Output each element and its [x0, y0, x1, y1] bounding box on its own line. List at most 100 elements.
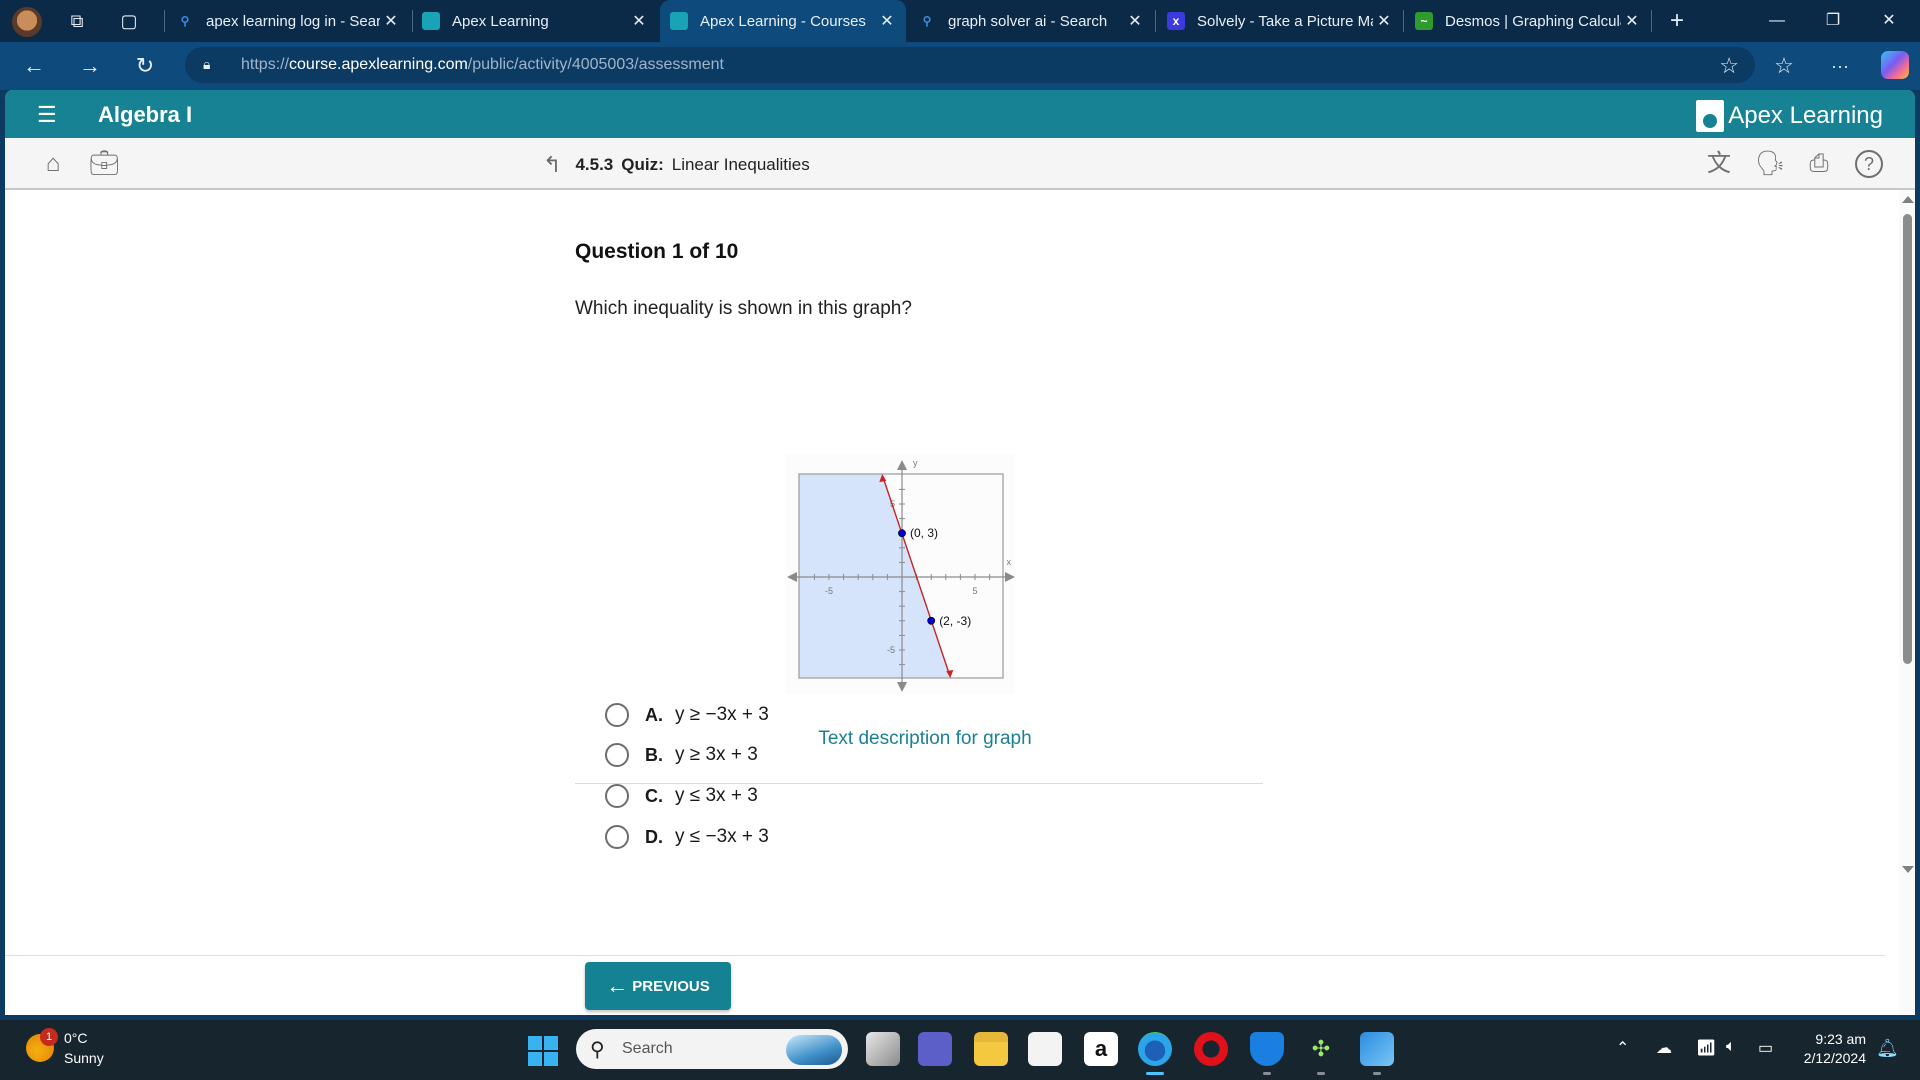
tab-separator	[1155, 10, 1156, 32]
new-tab-button[interactable]: +	[1666, 9, 1688, 33]
choice-b[interactable]: B. y ≥ 3x + 3	[605, 737, 758, 773]
file-explorer-icon[interactable]	[974, 1032, 1008, 1066]
close-tab-icon[interactable]: ✕	[1373, 11, 1395, 31]
minimize-button[interactable]: —	[1752, 8, 1802, 34]
choice-letter: B.	[645, 744, 663, 765]
previous-button[interactable]: ← PREVIOUS	[585, 962, 731, 1010]
url-text[interactable]: https://course.apexlearning.com/public/a…	[241, 56, 724, 74]
apex-logo-icon	[1696, 100, 1725, 132]
choice-expression: y ≥ 3x + 3	[675, 744, 758, 765]
clock-time: 9:23 am	[1815, 1031, 1866, 1047]
choice-letter: A.	[645, 704, 663, 725]
favorites-icon[interactable]: ☆	[1770, 52, 1798, 80]
start-button[interactable]	[528, 1036, 558, 1066]
radio-button[interactable]	[605, 784, 629, 808]
radio-button[interactable]	[605, 825, 629, 849]
onedrive-icon[interactable]: ☁	[1656, 1038, 1672, 1058]
edge-icon[interactable]	[1138, 1032, 1172, 1075]
defender-shield-icon[interactable]	[1250, 1032, 1284, 1075]
translate-icon[interactable]: 文	[1705, 150, 1733, 178]
show-hidden-icons[interactable]: ⌃	[1616, 1038, 1629, 1058]
weather-condition[interactable]: Sunny	[64, 1050, 104, 1066]
volume-icon[interactable]: 🔈︎	[1726, 1038, 1736, 1056]
previous-label: PREVIOUS	[632, 977, 710, 995]
tab-solvely[interactable]: x Solvely - Take a Picture Math ✕	[1157, 0, 1403, 42]
browser-toolbar: ← → ↻ 🔒︎ https://course.apexlearning.com…	[0, 42, 1920, 90]
address-bar[interactable]: 🔒︎ https://course.apexlearning.com/publi…	[185, 47, 1755, 83]
close-tab-icon[interactable]: ✕	[1621, 11, 1643, 31]
notification-bell-icon[interactable]: 🔔︎	[1876, 1038, 1899, 1059]
photos-icon[interactable]	[1360, 1032, 1394, 1075]
quiz-footer: ← PREVIOUS	[5, 955, 1885, 1015]
task-view-icon[interactable]	[866, 1032, 900, 1066]
choice-d[interactable]: D. y ≤ −3x + 3	[605, 819, 769, 855]
question-header: Question 1 of 10	[575, 240, 739, 263]
tab-desmos[interactable]: ~ Desmos | Graphing Calculator ✕	[1405, 0, 1651, 42]
menu-icon[interactable]: ☰	[37, 102, 57, 128]
scroll-thumb[interactable]	[1903, 214, 1912, 664]
forward-button[interactable]: →	[76, 52, 104, 80]
desmos-favicon: ~	[1415, 12, 1433, 30]
windows-taskbar: 1 0°C Sunny ⚲ Search a ✣ ⌃ ☁ 📶︎ 🔈︎ ▭ 9:2…	[0, 1020, 1920, 1080]
tab-title: Apex Learning	[452, 12, 549, 30]
radio-button[interactable]	[605, 743, 629, 767]
amazon-icon[interactable]: a	[1084, 1032, 1118, 1066]
tab-apex-search[interactable]: ⚲ apex learning log in - Search ✕	[166, 0, 410, 42]
briefcase-icon[interactable]: 💼︎	[89, 150, 119, 178]
choice-c[interactable]: C. y ≤ 3x + 3	[605, 778, 758, 814]
clock-date: 2/12/2024	[1803, 1050, 1866, 1066]
up-level-icon[interactable]: ↰	[543, 152, 561, 178]
browser-tab-strip: ⧉ ▢ ⚲ apex learning log in - Search ✕ Ap…	[0, 0, 1920, 42]
scroll-up-icon[interactable]	[1902, 196, 1914, 203]
close-tab-icon[interactable]: ✕	[628, 11, 650, 31]
choice-a[interactable]: A. y ≥ −3x + 3	[605, 697, 769, 733]
question-prompt: Which inequality is shown in this graph?	[575, 298, 912, 319]
read-aloud-icon[interactable]: 🗣︎	[1755, 150, 1785, 178]
data-point	[927, 616, 936, 625]
radio-button[interactable]	[605, 703, 629, 727]
back-button[interactable]: ←	[20, 52, 48, 80]
home-icon[interactable]: ⌂	[39, 150, 67, 178]
teams-icon[interactable]	[918, 1032, 952, 1066]
system-clock[interactable]: 9:23 am 2/12/2024	[1786, 1030, 1866, 1068]
taskbar-search[interactable]: ⚲ Search	[576, 1029, 848, 1069]
help-icon[interactable]: ?	[1855, 150, 1883, 178]
tab-graph-solver-search[interactable]: ⚲ graph solver ai - Search ✕	[908, 0, 1154, 42]
vertical-tabs-icon[interactable]: ▢	[118, 10, 140, 32]
wifi-icon[interactable]: 📶︎	[1696, 1038, 1716, 1058]
scroll-down-icon[interactable]	[1902, 866, 1914, 873]
opera-icon[interactable]	[1194, 1032, 1228, 1066]
apex-header: ☰ Algebra I Apex Learning	[5, 90, 1915, 138]
more-options-icon[interactable]: ···	[1826, 52, 1854, 80]
tab-title: graph solver ai - Search	[948, 12, 1108, 30]
question-area: Question 1 of 10 Which inequality is sho…	[5, 192, 1885, 872]
data-point-label: (0, 3)	[910, 526, 938, 540]
weather-temp[interactable]: 0°C	[64, 1030, 88, 1046]
workspaces-icon[interactable]: ⧉	[66, 10, 88, 32]
data-point	[898, 529, 906, 538]
tab-apex-courses[interactable]: Apex Learning - Courses ✕	[660, 0, 906, 42]
search-icon: ⚲	[590, 1039, 605, 1061]
microsoft-store-icon[interactable]	[1028, 1032, 1062, 1066]
game-controller-icon[interactable]: ✣	[1304, 1032, 1338, 1075]
close-window-button[interactable]: ✕	[1864, 8, 1914, 34]
tab-separator	[1651, 10, 1652, 32]
activity-title: Linear Inequalities	[671, 155, 810, 174]
close-tab-icon[interactable]: ✕	[380, 11, 402, 31]
apex-favicon	[670, 12, 688, 30]
favorite-star-icon[interactable]: ☆	[1719, 53, 1739, 79]
copilot-icon[interactable]	[1881, 51, 1909, 79]
search-icon: ⚲	[922, 14, 932, 28]
tab-apex-learning[interactable]: Apex Learning ✕	[412, 0, 658, 42]
battery-icon[interactable]: ▭	[1758, 1038, 1773, 1058]
close-tab-icon[interactable]: ✕	[1124, 11, 1146, 31]
profile-avatar[interactable]	[12, 7, 42, 37]
weather-badge: 1	[40, 1028, 58, 1046]
page-viewport: ☰ Algebra I Apex Learning ⌂ 💼︎ ↰ 4.5.3 Q…	[5, 90, 1915, 1015]
restore-button[interactable]: ❐	[1808, 8, 1858, 34]
close-tab-icon[interactable]: ✕	[876, 11, 898, 31]
apex-favicon	[422, 12, 440, 30]
refresh-button[interactable]: ↻	[131, 52, 159, 80]
print-icon[interactable]: ⎙	[1805, 150, 1833, 178]
page-scrollbar[interactable]	[1899, 190, 1915, 1015]
